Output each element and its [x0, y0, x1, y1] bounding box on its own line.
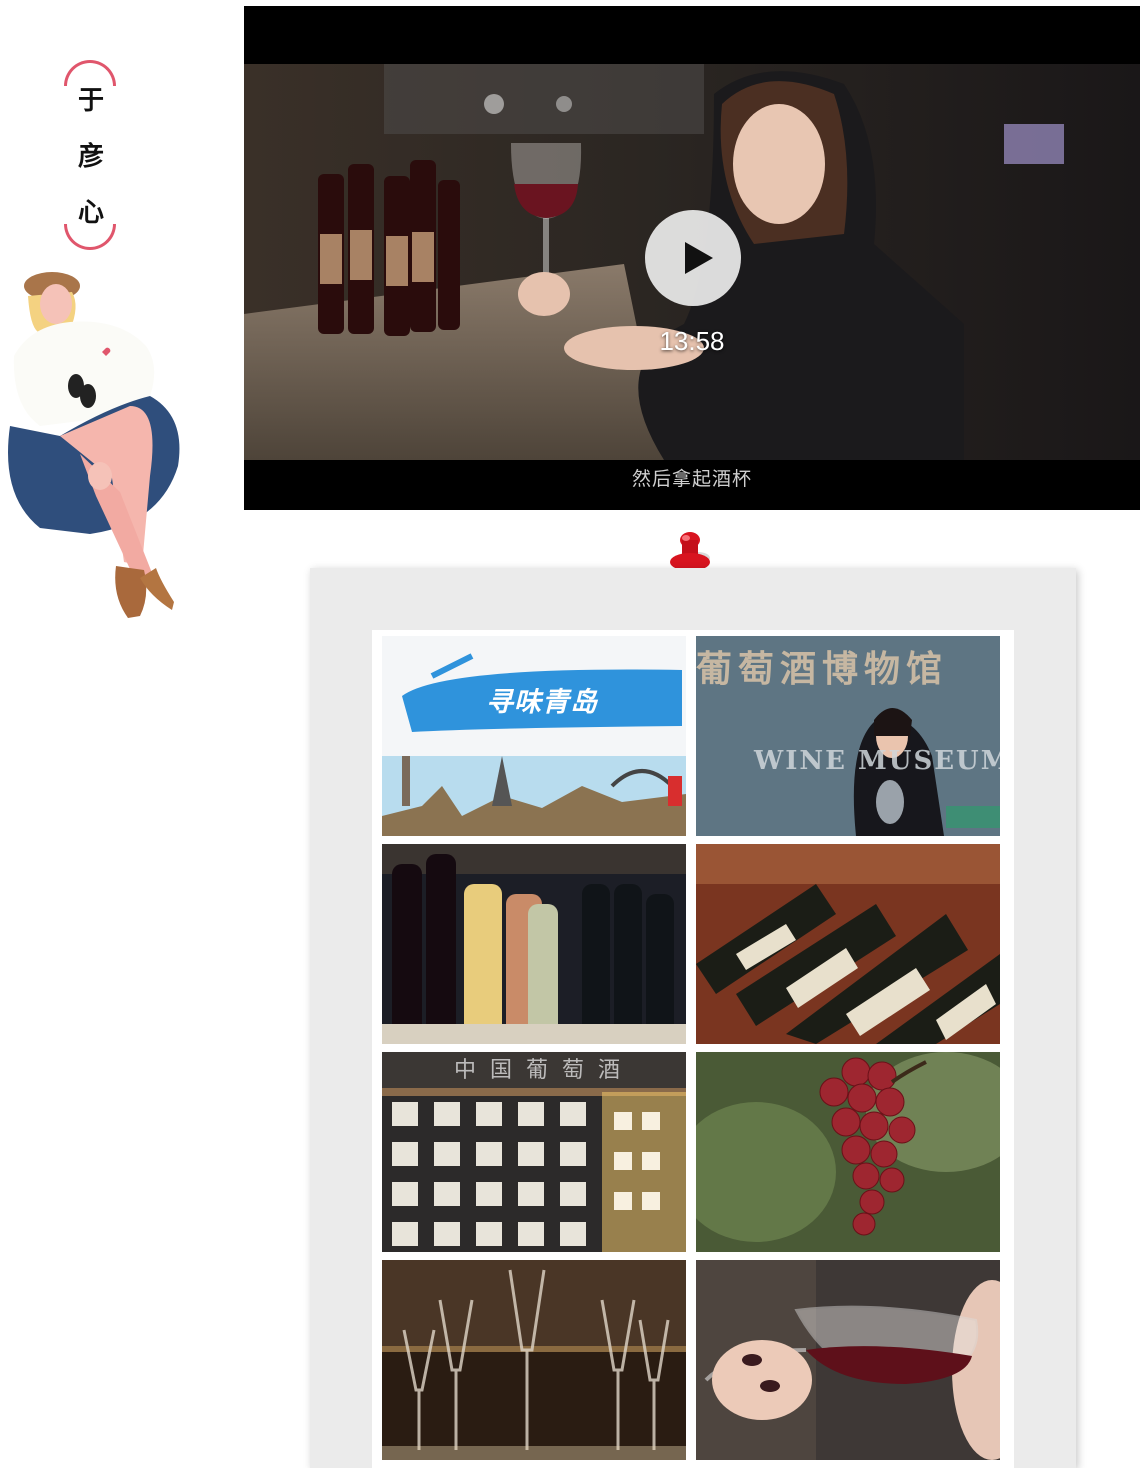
video-subtitle: 然后拿起酒杯 [631, 468, 752, 490]
seated-woman-illustration [8, 272, 180, 618]
champagne-glasses-photo[interactable] [382, 1260, 686, 1460]
photo-board: 寻味青岛 葡萄酒博物馆 WINE MUSEUM 中国葡萄酒 [310, 568, 1076, 1468]
title-card-photo[interactable]: 寻味青岛 [382, 636, 686, 836]
wine-rack-bottles-photo[interactable] [696, 844, 1000, 1044]
author-name-char-1: 于 [77, 86, 104, 116]
wine-museum-wall-photo[interactable]: 中国葡萄酒 [382, 1052, 686, 1252]
wine-museum-wall-text: 中国葡萄酒 [454, 1058, 635, 1083]
video-player[interactable]: 13:58 然后拿起酒杯 [244, 6, 1140, 510]
badge-arc-bottom [64, 224, 116, 250]
wine-bottle-shelf-photo[interactable] [382, 844, 686, 1044]
play-icon [685, 242, 713, 274]
wine-museum-sign-text: 葡萄酒博物馆 [696, 648, 949, 690]
author-name-badge: 于 彦 心 [58, 60, 124, 250]
wine-museum-sign-text-en: WINE MUSEUM [754, 746, 1000, 776]
red-grapes-photo[interactable] [696, 1052, 1000, 1252]
play-button[interactable] [645, 210, 741, 306]
photo-grid: 寻味青岛 葡萄酒博物馆 WINE MUSEUM 中国葡萄酒 [372, 630, 1014, 1468]
title-card-text: 寻味青岛 [486, 687, 598, 718]
wine-museum-reporter-photo[interactable]: 葡萄酒博物馆 WINE MUSEUM [696, 636, 1000, 836]
video-duration: 13:58 [659, 326, 725, 356]
tasting-red-wine-photo[interactable] [696, 1260, 1000, 1460]
author-name-char-2: 彦 [77, 142, 104, 172]
